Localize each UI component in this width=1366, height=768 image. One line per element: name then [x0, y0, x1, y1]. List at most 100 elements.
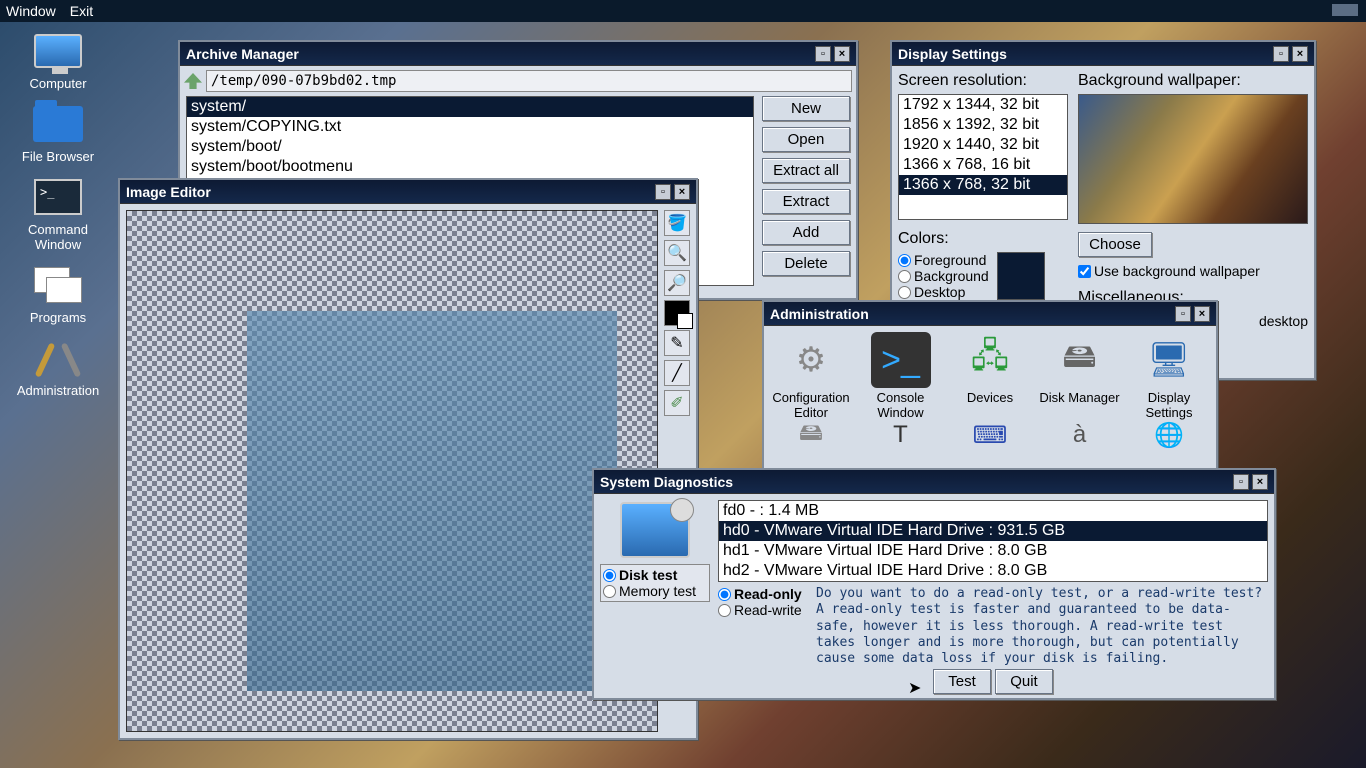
list-item[interactable]: 1366 x 768, 16 bit	[899, 155, 1067, 175]
drive-list[interactable]: fd0 - : 1.4 MB hd0 - VMware Virtual IDE …	[718, 500, 1268, 582]
wallpaper-preview	[1078, 94, 1308, 224]
window-administration: Administration ▫ × ⚙Configuration Editor…	[762, 300, 1218, 470]
minimize-icon[interactable]: ▫	[655, 184, 671, 200]
radio-foreground[interactable]: Foreground	[898, 252, 989, 268]
close-icon[interactable]: ×	[674, 184, 690, 200]
close-icon[interactable]: ×	[1252, 474, 1268, 490]
admin-item-display-settings[interactable]: 🖥Display Settings	[1128, 332, 1210, 420]
desktop-icon-filebrowser[interactable]: File Browser	[8, 103, 108, 164]
titlebar[interactable]: Image Editor ▫ ×	[120, 180, 696, 204]
color-swatch-icon[interactable]	[664, 300, 690, 326]
admin-item-row2[interactable]: ⌨	[949, 422, 1031, 450]
extract-button[interactable]: Extract	[762, 189, 850, 214]
pencil-tool-icon[interactable]: ✎	[664, 330, 690, 356]
cursor-icon: ➤	[908, 678, 921, 698]
desktop-icons: Computer File Browser Command Window Pro…	[8, 30, 108, 410]
list-item[interactable]: hd1 - VMware Virtual IDE Hard Drive : 8.…	[719, 541, 1267, 561]
test-button[interactable]: Test	[933, 669, 991, 694]
list-item[interactable]: system/	[187, 97, 753, 117]
desktop-icon-command-window[interactable]: Command Window	[8, 176, 108, 252]
diagnostics-description: Do you want to do a read-only test, or a…	[816, 586, 1268, 667]
radio-background[interactable]: Background	[898, 268, 989, 284]
image-canvas[interactable]	[126, 210, 658, 732]
extract-all-button[interactable]: Extract all	[762, 158, 850, 183]
up-arrow-icon[interactable]	[184, 73, 202, 89]
minimize-icon[interactable]: ▫	[1273, 46, 1289, 62]
titlebar[interactable]: System Diagnostics ▫ ×	[594, 470, 1274, 494]
list-item[interactable]: system/boot/bootmenu	[187, 157, 753, 177]
radio-disk-test[interactable]: Disk test	[603, 567, 707, 583]
list-item[interactable]: hd0 - VMware Virtual IDE Hard Drive : 93…	[719, 521, 1267, 541]
minimize-icon[interactable]: ▫	[815, 46, 831, 62]
close-icon[interactable]: ×	[1194, 306, 1210, 322]
window-title: Image Editor	[126, 184, 211, 200]
eyedropper-tool-icon[interactable]: ✐	[664, 390, 690, 416]
admin-item-row2[interactable]: à	[1039, 422, 1121, 450]
desktop-icon-label: Programs	[8, 310, 108, 325]
choose-button[interactable]: Choose	[1078, 232, 1152, 257]
wallpaper-label: Background wallpaper:	[1078, 72, 1308, 90]
window-title: System Diagnostics	[600, 474, 733, 490]
quit-button[interactable]: Quit	[995, 669, 1053, 694]
add-button[interactable]: Add	[762, 220, 850, 245]
archive-path-input[interactable]	[206, 70, 852, 92]
admin-item-disk-manager[interactable]: 🖴Disk Manager	[1039, 332, 1121, 420]
window-system-diagnostics: System Diagnostics ▫ × Disk test Memory …	[592, 468, 1276, 700]
titlebar[interactable]: Administration ▫ ×	[764, 302, 1216, 326]
window-title: Administration	[770, 306, 869, 322]
new-button[interactable]: New	[762, 96, 850, 121]
bucket-tool-icon[interactable]: 🪣	[664, 210, 690, 236]
menu-window[interactable]: Window	[6, 3, 56, 19]
list-item[interactable]: 1856 x 1392, 32 bit	[899, 115, 1067, 135]
diagnostics-icon	[620, 502, 690, 558]
admin-item-devices[interactable]: 🖧Devices	[949, 332, 1031, 420]
menu-exit[interactable]: Exit	[70, 3, 93, 19]
list-item[interactable]: 1920 x 1440, 32 bit	[899, 135, 1067, 155]
minimize-icon[interactable]: ▫	[1175, 306, 1191, 322]
titlebar[interactable]: Display Settings ▫ ×	[892, 42, 1314, 66]
radio-read-write[interactable]: Read-write	[718, 602, 808, 618]
admin-item-console-window[interactable]: >_Console Window	[860, 332, 942, 420]
taskbar-min-indicator[interactable]	[1332, 4, 1358, 16]
close-icon[interactable]: ×	[1292, 46, 1308, 62]
resolution-list[interactable]: 1792 x 1344, 32 bit 1856 x 1392, 32 bit …	[898, 94, 1068, 220]
color-swatch[interactable]	[997, 252, 1045, 300]
list-item[interactable]: 1366 x 768, 32 bit	[899, 175, 1067, 195]
colors-label: Colors:	[898, 230, 1068, 248]
window-title: Archive Manager	[186, 46, 299, 62]
use-wallpaper-checkbox[interactable]: Use background wallpaper	[1078, 263, 1308, 279]
minimize-icon[interactable]: ▫	[1233, 474, 1249, 490]
zoom-in-tool-icon[interactable]: 🔍	[664, 240, 690, 266]
line-tool-icon[interactable]: ╱	[664, 360, 690, 386]
zoom-out-tool-icon[interactable]: 🔎	[664, 270, 690, 296]
radio-memory-test[interactable]: Memory test	[603, 583, 707, 599]
admin-item-label: Disk Manager	[1039, 390, 1121, 405]
radio-desktop[interactable]: Desktop	[898, 284, 989, 300]
list-item[interactable]: system/boot/	[187, 137, 753, 157]
list-item[interactable]: system/COPYING.txt	[187, 117, 753, 137]
desktop-icon-administration[interactable]: Administration	[8, 337, 108, 398]
open-button[interactable]: Open	[762, 127, 850, 152]
desktop-icon-label: File Browser	[8, 149, 108, 164]
close-icon[interactable]: ×	[834, 46, 850, 62]
desktop-icon-programs[interactable]: Programs	[8, 264, 108, 325]
admin-item-row2[interactable]: T	[860, 422, 942, 450]
list-item[interactable]: 1792 x 1344, 32 bit	[899, 95, 1067, 115]
admin-item-row2[interactable]: 🌐	[1128, 422, 1210, 450]
admin-item-row2[interactable]: 🖴	[770, 422, 852, 450]
radio-read-only[interactable]: Read-only	[718, 586, 808, 602]
delete-button[interactable]: Delete	[762, 251, 850, 276]
resolution-label: Screen resolution:	[898, 72, 1068, 90]
list-item[interactable]: fd0 - : 1.4 MB	[719, 501, 1267, 521]
admin-item-label: Devices	[949, 390, 1031, 405]
list-item[interactable]: hd2 - VMware Virtual IDE Hard Drive : 8.…	[719, 561, 1267, 581]
titlebar[interactable]: Archive Manager ▫ ×	[180, 42, 856, 66]
desktop-icon-label: Command Window	[8, 222, 108, 252]
admin-item-label: Console Window	[860, 390, 942, 420]
archive-path-bar	[180, 66, 856, 96]
desktop-icon-label: Computer	[8, 76, 108, 91]
system-menubar: Window Exit	[0, 0, 1366, 22]
desktop-icon-label: Administration	[8, 383, 108, 398]
desktop-icon-computer[interactable]: Computer	[8, 30, 108, 91]
admin-item-config-editor[interactable]: ⚙Configuration Editor	[770, 332, 852, 420]
